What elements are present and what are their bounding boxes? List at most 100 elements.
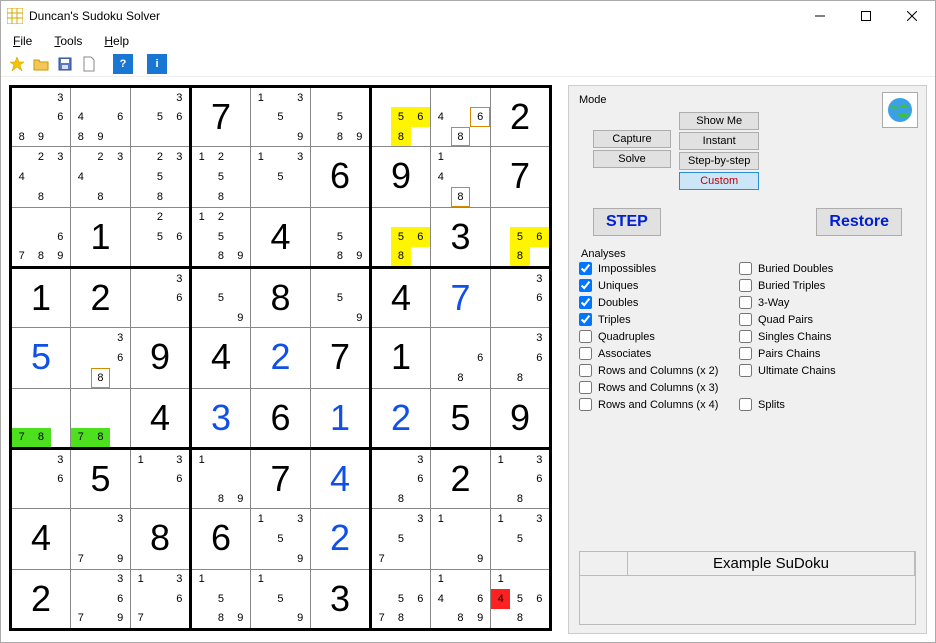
sudoku-cell[interactable]: 5 bbox=[71, 448, 131, 508]
sudoku-cell[interactable]: 2 bbox=[371, 388, 431, 448]
sudoku-cell[interactable]: 2 bbox=[11, 569, 71, 629]
folder-icon[interactable] bbox=[31, 54, 51, 74]
checkbox[interactable] bbox=[579, 262, 592, 275]
analysis-checkbox[interactable]: Quad Pairs bbox=[739, 313, 836, 326]
analysis-checkbox[interactable]: Pairs Chains bbox=[739, 347, 836, 360]
menu-help[interactable]: Help bbox=[100, 32, 133, 50]
sudoku-cell[interactable]: 2358 bbox=[131, 147, 191, 207]
sudoku-cell[interactable]: 189 bbox=[191, 448, 251, 508]
sudoku-cell[interactable]: 9 bbox=[491, 388, 551, 448]
globe-button[interactable] bbox=[882, 92, 918, 128]
sudoku-cell[interactable]: 6 bbox=[251, 388, 311, 448]
sudoku-cell[interactable]: 9 bbox=[131, 328, 191, 388]
sudoku-cell[interactable]: 8 bbox=[251, 267, 311, 327]
sudoku-cell[interactable]: 36 bbox=[131, 267, 191, 327]
help-button[interactable]: ? bbox=[113, 54, 133, 74]
sudoku-cell[interactable]: 589 bbox=[311, 87, 371, 147]
sudoku-cell[interactable]: 36 bbox=[11, 448, 71, 508]
restore-button[interactable]: Restore bbox=[816, 208, 902, 236]
sudoku-cell[interactable]: 2 bbox=[491, 87, 551, 147]
menu-file[interactable]: File bbox=[9, 32, 36, 50]
instant-button[interactable]: Instant bbox=[679, 132, 759, 150]
sudoku-cell[interactable]: 1359 bbox=[251, 87, 311, 147]
checkbox[interactable] bbox=[739, 296, 752, 309]
sudoku-cell[interactable]: 4 bbox=[191, 328, 251, 388]
analysis-checkbox[interactable]: 3-Way bbox=[739, 296, 836, 309]
sudoku-cell[interactable]: 1359 bbox=[251, 509, 311, 569]
sudoku-cell[interactable]: 2 bbox=[311, 509, 371, 569]
sudoku-cell[interactable]: 379 bbox=[71, 509, 131, 569]
sudoku-cell[interactable]: 7 bbox=[311, 328, 371, 388]
sudoku-cell[interactable]: 5 bbox=[431, 388, 491, 448]
sudoku-cell[interactable]: 135 bbox=[251, 147, 311, 207]
sudoku-cell[interactable]: 4 bbox=[11, 509, 71, 569]
sudoku-cell[interactable]: 3 bbox=[311, 569, 371, 629]
sudoku-cell[interactable]: 9 bbox=[371, 147, 431, 207]
sudoku-cell[interactable]: 14568 bbox=[491, 569, 551, 629]
sudoku-cell[interactable]: 2348 bbox=[11, 147, 71, 207]
sudoku-cell[interactable]: 5 bbox=[11, 328, 71, 388]
save-icon[interactable] bbox=[55, 54, 75, 74]
sudoku-cell[interactable]: 368 bbox=[71, 328, 131, 388]
sudoku-cell[interactable]: 589 bbox=[311, 207, 371, 267]
checkbox[interactable] bbox=[579, 279, 592, 292]
analysis-checkbox[interactable]: Ultimate Chains bbox=[739, 364, 836, 377]
analysis-checkbox[interactable]: Doubles bbox=[579, 296, 731, 309]
info-button[interactable]: i bbox=[147, 54, 167, 74]
checkbox[interactable] bbox=[579, 381, 592, 394]
sudoku-cell[interactable]: 159 bbox=[251, 569, 311, 629]
sudoku-cell[interactable]: 568 bbox=[491, 207, 551, 267]
checkbox[interactable] bbox=[579, 364, 592, 377]
sudoku-cell[interactable]: 2 bbox=[71, 267, 131, 327]
sudoku-cell[interactable]: 5678 bbox=[371, 569, 431, 629]
sudoku-cell[interactable]: 8 bbox=[131, 509, 191, 569]
sudoku-cell[interactable]: 136 bbox=[131, 448, 191, 508]
sudoku-cell[interactable]: 6 bbox=[191, 509, 251, 569]
checkbox[interactable] bbox=[739, 262, 752, 275]
sudoku-cell[interactable]: 36 bbox=[491, 267, 551, 327]
sudoku-cell[interactable]: 2 bbox=[431, 448, 491, 508]
sudoku-cell[interactable]: 4 bbox=[251, 207, 311, 267]
sudoku-cell[interactable]: 7 bbox=[251, 448, 311, 508]
close-button[interactable] bbox=[889, 1, 935, 31]
sudoku-cell[interactable]: 7 bbox=[491, 147, 551, 207]
sudoku-cell[interactable]: 357 bbox=[371, 509, 431, 569]
sudoku-cell[interactable]: 7 bbox=[191, 87, 251, 147]
sudoku-cell[interactable]: 3689 bbox=[11, 87, 71, 147]
sudoku-cell[interactable]: 1 bbox=[311, 388, 371, 448]
checkbox[interactable] bbox=[739, 347, 752, 360]
sudoku-cell[interactable]: 19 bbox=[431, 509, 491, 569]
showme-button[interactable]: Show Me bbox=[679, 112, 759, 130]
analysis-checkbox[interactable]: Singles Chains bbox=[739, 330, 836, 343]
sudoku-cell[interactable]: 148 bbox=[431, 147, 491, 207]
sudoku-cell[interactable]: 78 bbox=[11, 388, 71, 448]
analysis-checkbox[interactable]: Triples bbox=[579, 313, 731, 326]
sudoku-cell[interactable]: 2 bbox=[251, 328, 311, 388]
example-tab[interactable] bbox=[580, 552, 628, 575]
sudoku-cell[interactable]: 59 bbox=[191, 267, 251, 327]
menu-tools[interactable]: Tools bbox=[50, 32, 86, 50]
sudoku-cell[interactable]: 1258 bbox=[191, 147, 251, 207]
analysis-checkbox[interactable]: Associates bbox=[579, 347, 731, 360]
sudoku-cell[interactable]: 12589 bbox=[191, 207, 251, 267]
page-icon[interactable] bbox=[79, 54, 99, 74]
step-button[interactable]: STEP bbox=[593, 208, 661, 236]
checkbox[interactable] bbox=[739, 330, 752, 343]
sudoku-cell[interactable]: 1368 bbox=[491, 448, 551, 508]
stepbystep-button[interactable]: Step-by-step bbox=[679, 152, 759, 170]
sudoku-cell[interactable]: 4 bbox=[131, 388, 191, 448]
star-icon[interactable] bbox=[7, 54, 27, 74]
sudoku-cell[interactable]: 356 bbox=[131, 87, 191, 147]
checkbox[interactable] bbox=[739, 279, 752, 292]
sudoku-cell[interactable]: 6 bbox=[311, 147, 371, 207]
capture-button[interactable]: Capture bbox=[593, 130, 671, 148]
sudoku-cell[interactable]: 1367 bbox=[131, 569, 191, 629]
analysis-checkbox[interactable]: Buried Doubles bbox=[739, 262, 836, 275]
sudoku-cell[interactable]: 568 bbox=[371, 207, 431, 267]
sudoku-cell[interactable]: 6789 bbox=[11, 207, 71, 267]
sudoku-cell[interactable]: 68 bbox=[431, 328, 491, 388]
sudoku-cell[interactable]: 14689 bbox=[431, 569, 491, 629]
analysis-checkbox[interactable]: Splits bbox=[739, 398, 836, 411]
sudoku-cell[interactable]: 4 bbox=[371, 267, 431, 327]
checkbox[interactable] bbox=[579, 347, 592, 360]
